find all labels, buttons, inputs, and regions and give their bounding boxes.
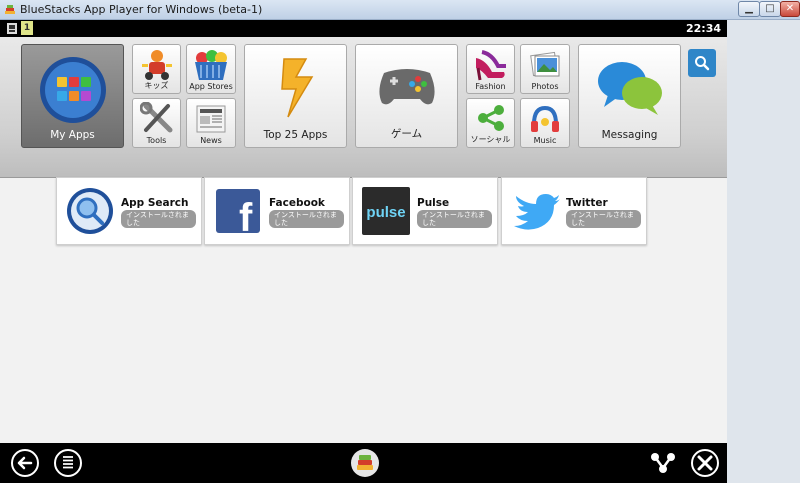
app-name: Facebook <box>269 197 325 209</box>
tile-news[interactable]: News <box>186 98 236 148</box>
install-status-badge: インストールされました <box>566 210 641 228</box>
bluestacks-logo-icon <box>5 5 15 14</box>
tile-messaging[interactable]: Messaging <box>578 44 681 148</box>
search-button[interactable] <box>688 49 716 77</box>
tile-games[interactable]: ゲーム <box>355 44 458 148</box>
share-icon <box>477 105 504 131</box>
svg-text:pulse: pulse <box>366 204 405 221</box>
tile-label: Tools <box>146 136 167 145</box>
app-search-icon <box>67 188 113 234</box>
install-status-badge: インストールされました <box>417 210 492 228</box>
app-card-facebook[interactable]: f Facebook インストールされました <box>204 177 350 245</box>
bluestacks-home-button[interactable] <box>350 448 380 478</box>
app-name: Twitter <box>566 197 608 209</box>
tile-label: ゲーム <box>390 128 423 140</box>
tile-top-25-apps[interactable]: Top 25 Apps <box>244 44 347 148</box>
facebook-icon: f <box>216 189 260 236</box>
tile-label: News <box>200 136 222 145</box>
search-icon <box>695 56 710 71</box>
navigation-bar <box>0 443 727 483</box>
app-card-twitter[interactable]: Twitter インストールされました <box>501 177 647 245</box>
gamepad-icon <box>378 69 435 105</box>
tile-label: Fashion <box>475 82 506 91</box>
app-card-pulse[interactable]: pulse Pulse インストールされました <box>352 177 498 245</box>
back-button[interactable] <box>10 448 40 478</box>
kids-toy-icon <box>141 50 172 80</box>
tile-photos[interactable]: Photos <box>520 44 570 94</box>
status-bar: 1 22:34 <box>0 20 727 37</box>
window-title-bar: BlueStacks App Player for Windows (beta-… <box>0 0 800 20</box>
app-name: App Search <box>121 197 189 209</box>
svg-text:f: f <box>239 196 253 236</box>
tile-label: App Stores <box>189 82 233 91</box>
notification-count-badge: 1 <box>21 21 33 35</box>
tools-icon <box>139 102 172 133</box>
window-frame-right <box>727 20 800 483</box>
tile-tools[interactable]: Tools <box>132 98 181 148</box>
headphones-icon <box>531 105 559 132</box>
pulse-icon: pulse <box>362 187 410 235</box>
category-panel: My Apps キッズ App Stores Tools News Top 25… <box>0 37 727 178</box>
maximize-button[interactable]: □ <box>759 1 781 17</box>
twitter-bird-icon <box>514 194 560 230</box>
share-network-button[interactable] <box>648 448 678 478</box>
tile-label: Music <box>533 136 557 145</box>
tile-app-stores[interactable]: App Stores <box>186 44 236 94</box>
usb-notification-icon <box>7 23 17 34</box>
tile-label: My Apps <box>50 129 95 141</box>
tile-social[interactable]: ソーシャル <box>466 98 515 148</box>
photos-icon <box>530 51 560 77</box>
android-screen: 1 22:34 My Apps キッズ App Stores Tools New… <box>0 20 727 483</box>
tile-label: Top 25 Apps <box>263 129 328 141</box>
close-button[interactable]: ✕ <box>780 1 800 17</box>
newspaper-icon <box>196 105 226 133</box>
tile-fashion[interactable]: Fashion <box>466 44 515 94</box>
tile-music[interactable]: Music <box>520 98 570 148</box>
tile-label: Photos <box>531 82 559 91</box>
install-status-badge: インストールされました <box>121 210 196 228</box>
my-apps-icon <box>39 57 106 123</box>
high-heels-icon <box>475 50 506 81</box>
app-card-app-search[interactable]: App Search インストールされました <box>56 177 202 245</box>
window-title: BlueStacks App Player for Windows (beta-… <box>20 3 263 16</box>
tile-kids[interactable]: キッズ <box>132 44 181 94</box>
tile-label: ソーシャル <box>470 135 511 144</box>
top-25-lightning-icon <box>280 58 313 118</box>
minimize-button[interactable]: ▁ <box>738 1 760 17</box>
tile-my-apps[interactable]: My Apps <box>21 44 124 148</box>
shopping-basket-icon <box>195 50 227 80</box>
status-time: 22:34 <box>685 22 721 35</box>
app-name: Pulse <box>417 197 450 209</box>
menu-button[interactable] <box>53 448 83 478</box>
install-status-badge: インストールされました <box>269 210 344 228</box>
chat-bubbles-icon <box>597 62 662 115</box>
settings-tools-button[interactable] <box>690 448 720 478</box>
tile-label: Messaging <box>601 129 658 141</box>
